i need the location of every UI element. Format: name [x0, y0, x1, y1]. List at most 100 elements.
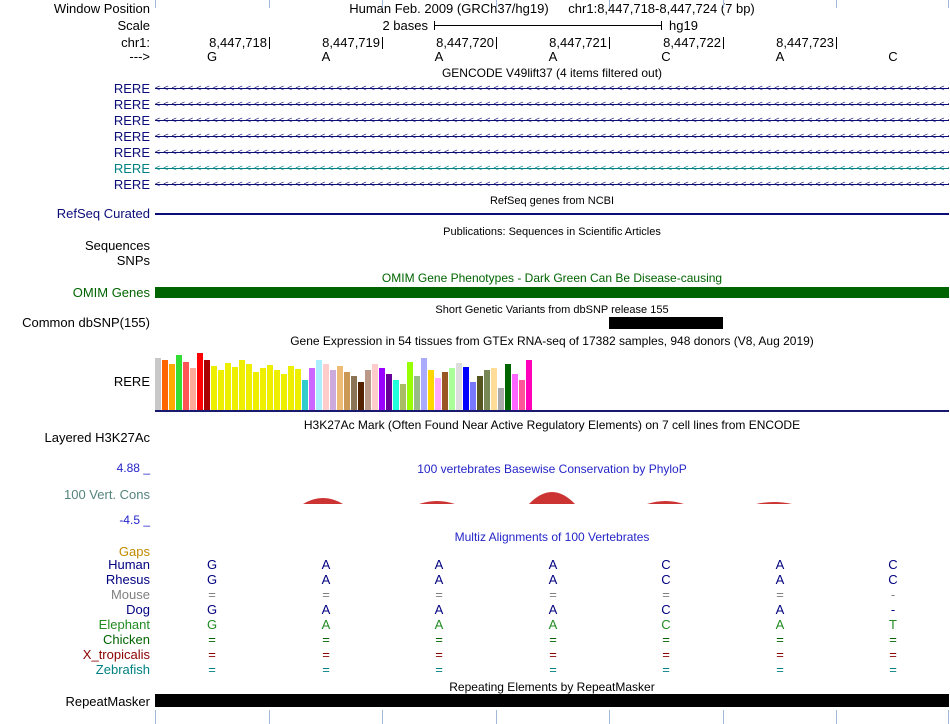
gencode-item-label[interactable]: RERE	[0, 162, 150, 176]
gtex-expression-bar[interactable]	[512, 374, 518, 410]
species-label-rhesus[interactable]: Rhesus	[0, 573, 150, 587]
gtex-expression-bar[interactable]	[351, 376, 357, 410]
gtex-expression-bar[interactable]	[358, 382, 364, 410]
scale-genome: hg19	[669, 18, 698, 33]
gtex-expression-bar[interactable]	[169, 364, 175, 410]
gtex-expression-bar[interactable]	[316, 360, 322, 410]
ruler-position: 8,447,719	[322, 35, 380, 50]
gtex-expression-bar[interactable]	[442, 372, 448, 410]
dbsnp-variant-bar[interactable]	[609, 317, 723, 329]
gtex-expression-bar[interactable]	[253, 372, 259, 410]
gtex-expression-bar[interactable]	[498, 388, 504, 410]
gtex-expression-bar[interactable]	[407, 362, 413, 410]
gtex-expression-bar[interactable]	[456, 363, 462, 410]
gtex-expression-bar[interactable]	[421, 358, 427, 410]
h3k27ac-track-label[interactable]: Layered H3K27Ac	[0, 431, 150, 445]
ruler-position: 8,447,720	[436, 35, 494, 50]
gencode-transcript-row[interactable]: <<<<<<<<<<<<<<<<<<<<<<<<<<<<<<<<<<<<<<<<…	[155, 97, 949, 111]
gtex-expression-bar[interactable]	[449, 368, 455, 410]
repeatmasker-bar[interactable]	[155, 694, 949, 707]
gencode-item-label[interactable]: RERE	[0, 82, 150, 96]
gtex-expression-bar[interactable]	[386, 374, 392, 410]
gencode-transcript-row[interactable]: <<<<<<<<<<<<<<<<<<<<<<<<<<<<<<<<<<<<<<<<…	[155, 145, 949, 159]
gtex-gene-label[interactable]: RERE	[0, 375, 150, 389]
gtex-expression-bar[interactable]	[239, 360, 245, 410]
species-label-mouse[interactable]: Mouse	[0, 588, 150, 602]
gencode-item-label[interactable]: RERE	[0, 146, 150, 160]
gtex-expression-bar[interactable]	[414, 376, 420, 410]
species-label-human[interactable]: Human	[0, 558, 150, 572]
dbsnp-track-label[interactable]: Common dbSNP(155)	[0, 316, 150, 330]
gtex-expression-bar[interactable]	[288, 366, 294, 410]
alignment-base: A	[321, 617, 331, 632]
species-label-elephant[interactable]: Elephant	[0, 618, 150, 632]
alignment-base: =	[662, 662, 670, 677]
gtex-expression-bar[interactable]	[477, 376, 483, 410]
gencode-item-label[interactable]: RERE	[0, 98, 150, 112]
gtex-expression-bar[interactable]	[365, 370, 371, 410]
gtex-expression-bar[interactable]	[330, 370, 336, 410]
species-label-chicken[interactable]: Chicken	[0, 633, 150, 647]
ruler-position: 8,447,721	[549, 35, 607, 50]
gtex-expression-bar[interactable]	[176, 355, 182, 410]
gencode-transcript-row[interactable]: <<<<<<<<<<<<<<<<<<<<<<<<<<<<<<<<<<<<<<<<…	[155, 161, 949, 175]
gencode-transcript-row[interactable]: <<<<<<<<<<<<<<<<<<<<<<<<<<<<<<<<<<<<<<<<…	[155, 113, 949, 127]
gencode-transcript-row[interactable]: <<<<<<<<<<<<<<<<<<<<<<<<<<<<<<<<<<<<<<<<…	[155, 81, 949, 95]
omim-gene-bar[interactable]	[155, 287, 949, 298]
gtex-expression-bar[interactable]	[246, 364, 252, 410]
sequences-track-label[interactable]: Sequences	[0, 239, 150, 253]
gtex-expression-bar[interactable]	[337, 366, 343, 410]
gencode-item-label[interactable]: RERE	[0, 114, 150, 128]
gtex-expression-bar[interactable]	[379, 368, 385, 410]
gtex-expression-bar[interactable]	[309, 368, 315, 410]
gtex-expression-bar[interactable]	[218, 370, 224, 410]
gtex-expression-bar[interactable]	[267, 365, 273, 410]
conservation-track-label[interactable]: 100 Vert. Cons	[0, 488, 150, 502]
species-label-x_tropicalis[interactable]: X_tropicalis	[0, 648, 150, 662]
species-label-zebrafish[interactable]: Zebrafish	[0, 663, 150, 677]
bottom-boundary-tick	[836, 710, 837, 724]
gtex-expression-bar[interactable]	[260, 368, 266, 410]
gtex-expression-bar[interactable]	[393, 380, 399, 410]
snps-track-label[interactable]: SNPs	[0, 254, 150, 268]
gtex-expression-bar[interactable]	[323, 364, 329, 410]
omim-genes-label[interactable]: OMIM Genes	[0, 286, 150, 300]
gtex-expression-bar[interactable]	[232, 367, 238, 410]
gtex-expression-bar[interactable]	[302, 380, 308, 410]
alignment-base: A	[548, 557, 558, 572]
gencode-transcript-row[interactable]: <<<<<<<<<<<<<<<<<<<<<<<<<<<<<<<<<<<<<<<<…	[155, 177, 949, 191]
refseq-curated-label[interactable]: RefSeq Curated	[0, 207, 150, 221]
gtex-expression-bar[interactable]	[505, 364, 511, 410]
gtex-expression-bar[interactable]	[344, 372, 350, 410]
gtex-expression-bar[interactable]	[428, 370, 434, 410]
gtex-expression-bar[interactable]	[190, 368, 196, 410]
gencode-item-label[interactable]: RERE	[0, 178, 150, 192]
gencode-transcript-row[interactable]: <<<<<<<<<<<<<<<<<<<<<<<<<<<<<<<<<<<<<<<<…	[155, 129, 949, 143]
gtex-expression-bar[interactable]	[491, 368, 497, 410]
gtex-expression-bar[interactable]	[463, 367, 469, 410]
gtex-expression-bar[interactable]	[470, 382, 476, 410]
gtex-expression-bar[interactable]	[155, 358, 161, 410]
refseq-gene-line[interactable]	[155, 213, 949, 215]
gtex-expression-bar[interactable]	[183, 362, 189, 410]
gencode-item-label[interactable]: RERE	[0, 130, 150, 144]
publications-title: Publications: Sequences in Scientific Ar…	[443, 226, 661, 238]
gtex-expression-bar[interactable]	[519, 380, 525, 410]
gtex-expression-bar[interactable]	[435, 378, 441, 410]
gtex-expression-bar[interactable]	[162, 360, 168, 410]
gtex-expression-bar[interactable]	[197, 353, 203, 410]
gtex-expression-bar[interactable]	[281, 374, 287, 410]
gtex-expression-bar[interactable]	[204, 360, 210, 410]
bottom-boundary-tick	[723, 710, 724, 724]
gtex-expression-bar[interactable]	[295, 369, 301, 410]
gtex-expression-bar[interactable]	[211, 366, 217, 410]
alignment-base: -	[890, 602, 896, 617]
gtex-expression-bar[interactable]	[526, 360, 532, 410]
species-label-dog[interactable]: Dog	[0, 603, 150, 617]
gtex-expression-bar[interactable]	[372, 364, 378, 410]
gtex-expression-bar[interactable]	[225, 363, 231, 410]
gtex-expression-bar[interactable]	[484, 370, 490, 410]
repeatmasker-track-label[interactable]: RepeatMasker	[0, 695, 150, 709]
gtex-expression-bar[interactable]	[274, 370, 280, 410]
gtex-expression-bar[interactable]	[400, 384, 406, 410]
